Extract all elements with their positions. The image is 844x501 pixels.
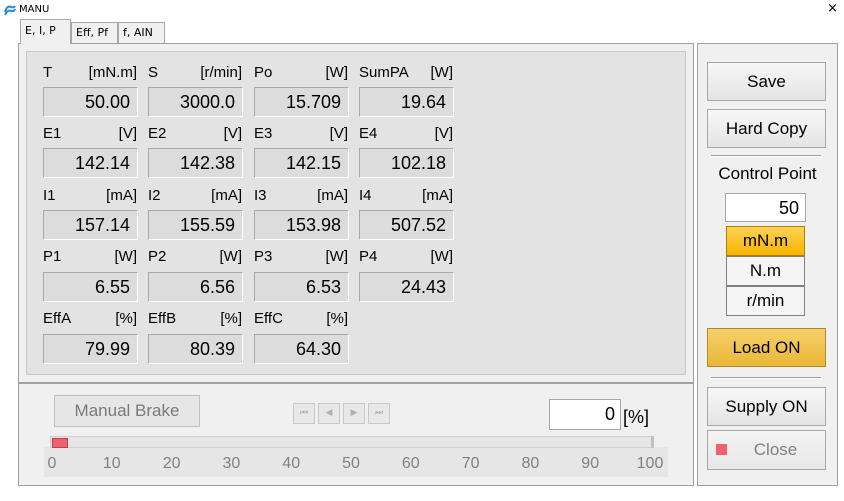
scale-tick-label: 30 <box>222 455 241 472</box>
value-P4: 24.43 <box>359 272 454 302</box>
value-E2: 142.38 <box>148 148 243 178</box>
tab-f-ain[interactable]: f, AIN <box>118 22 165 43</box>
scale-tick-label: 100 <box>636 455 664 472</box>
value-P1: 6.55 <box>43 272 138 302</box>
unit-nm-button[interactable]: N.m <box>726 256 805 286</box>
last-icon[interactable]: ⏭ <box>368 403 390 424</box>
value-E3: 142.15 <box>254 148 349 178</box>
value-I2: 155.59 <box>148 210 243 240</box>
scale-tick-label: 80 <box>521 455 540 472</box>
unit-mnm-button[interactable]: mN.m <box>726 226 805 256</box>
value-EffA: 79.99 <box>43 334 138 364</box>
value-SumPA: 19.64 <box>359 87 454 117</box>
value-E1: 142.14 <box>43 148 138 178</box>
window-title: MANU <box>19 4 50 15</box>
first-icon[interactable]: ⏮ <box>293 403 315 424</box>
slider-track-end <box>651 436 654 448</box>
scale-tick-label: 90 <box>581 455 600 472</box>
scale-tick-label: 40 <box>282 455 301 472</box>
scale-tick-label: 60 <box>401 455 420 472</box>
scale-tick-label: 20 <box>162 455 181 472</box>
tab-strip: E, I, P Eff, Pf f, AIN <box>20 19 680 44</box>
divider <box>711 377 821 379</box>
manual-brake-button[interactable]: Manual Brake <box>54 395 200 427</box>
value-I4: 507.52 <box>359 210 454 240</box>
value-S: 3000.0 <box>148 87 243 117</box>
value-P2: 6.56 <box>148 272 243 302</box>
divider <box>711 155 821 157</box>
value-P3: 6.53 <box>254 272 349 302</box>
scale-tick-label: 70 <box>461 455 480 472</box>
tab-e-i-p[interactable]: E, I, P <box>20 19 71 44</box>
percent-unit: [%] <box>623 407 650 427</box>
unit-rmin-button[interactable]: r/min <box>726 286 805 316</box>
control-point-label: Control Point <box>718 164 817 183</box>
value-Po: 15.709 <box>254 87 349 117</box>
supply-on-button[interactable]: Supply ON <box>707 387 826 426</box>
save-button[interactable]: Save <box>707 62 826 101</box>
app-logo-icon <box>4 5 16 16</box>
brake-slider-track[interactable] <box>50 436 653 448</box>
value-EffC: 64.30 <box>254 334 349 364</box>
title-bar: MANU × <box>0 0 844 20</box>
value-EffB: 80.39 <box>148 334 243 364</box>
tab-eff-pf[interactable]: Eff, Pf <box>71 22 118 43</box>
stop-indicator-icon <box>716 444 727 455</box>
value-I1: 157.14 <box>43 210 138 240</box>
window-close-icon[interactable]: × <box>827 2 838 16</box>
scale-tick-label: 0 <box>47 455 57 472</box>
brake-slider-thumb[interactable] <box>52 438 68 448</box>
scale-tick-label: 10 <box>102 455 121 472</box>
scale-tick-label: 50 <box>342 455 360 472</box>
value-E4: 102.18 <box>359 148 454 178</box>
value-I3: 153.98 <box>254 210 349 240</box>
hard-copy-button[interactable]: Hard Copy <box>707 109 826 148</box>
load-on-button[interactable]: Load ON <box>707 328 826 367</box>
next-icon[interactable]: ▶ <box>343 403 365 424</box>
previous-icon[interactable]: ◀ <box>318 403 340 424</box>
value-T: 50.00 <box>43 87 138 117</box>
brake-percent-input[interactable]: 0 <box>549 399 621 430</box>
control-point-input[interactable]: 50 <box>725 193 806 222</box>
